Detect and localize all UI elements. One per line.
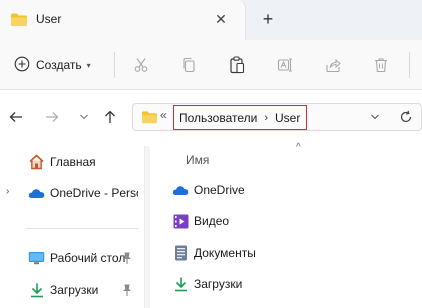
delete-icon[interactable] [369, 53, 393, 77]
documents-icon [172, 245, 189, 261]
list-item[interactable]: Загрузки [172, 272, 412, 296]
sidebar-item-downloads[interactable]: Загрузки [0, 278, 144, 302]
share-icon[interactable] [321, 53, 345, 77]
tab-title: User [36, 12, 62, 26]
cut-icon[interactable] [129, 53, 153, 77]
toolbar-divider [409, 52, 410, 78]
address-dropdown-icon[interactable] [368, 110, 382, 124]
create-label: Создать [36, 58, 82, 72]
breadcrumb-users[interactable]: Пользователи [179, 111, 257, 125]
pin-icon[interactable] [121, 283, 133, 297]
downloads-icon [28, 282, 45, 298]
breadcrumb: Пользователи › User [173, 105, 308, 130]
list-item[interactable]: Документы [172, 241, 412, 265]
paste-icon[interactable] [225, 53, 249, 77]
chevron-down-icon: ▾ [86, 60, 91, 70]
refresh-button[interactable] [396, 108, 416, 126]
breadcrumb-user[interactable]: User [275, 111, 300, 125]
history-chevron-icon[interactable]: « [160, 108, 167, 122]
folder-icon [10, 12, 28, 27]
onedrive-icon [28, 185, 45, 201]
sidebar-item-label: Главная [50, 155, 96, 169]
copy-icon[interactable] [177, 53, 201, 77]
plus-circle-icon [14, 56, 30, 75]
address-bar[interactable]: « Пользователи › User [132, 103, 422, 131]
list-item[interactable]: Видео [172, 209, 412, 233]
new-tab-button[interactable]: + [257, 8, 279, 30]
command-bar: Создать ▾ [0, 40, 422, 90]
column-header-name[interactable]: Имя [186, 153, 209, 167]
sidebar-divider [26, 228, 138, 229]
sidebar-scrollbar[interactable] [144, 146, 150, 308]
rename-icon[interactable] [273, 53, 297, 77]
folder-icon [141, 110, 158, 124]
tab-bar: User ✕ + [0, 0, 422, 40]
create-button[interactable]: Создать ▾ [8, 52, 97, 78]
list-item[interactable]: OneDrive [172, 178, 412, 202]
item-name: Загрузки [194, 277, 243, 291]
toolbar-divider [114, 52, 115, 78]
desktop-icon [28, 250, 45, 266]
sidebar-item-desktop[interactable]: Рабочий стол [0, 246, 144, 270]
item-name: OneDrive [194, 183, 245, 197]
home-icon [28, 154, 45, 170]
onedrive-icon [172, 182, 189, 198]
sidebar-item-onedrive[interactable]: › OneDrive - Personal [0, 181, 144, 205]
recent-locations-button[interactable] [74, 107, 94, 127]
pin-icon[interactable] [121, 251, 133, 265]
videos-icon [172, 213, 189, 229]
breadcrumb-separator-icon[interactable]: › [264, 112, 268, 124]
tab-user[interactable]: User ✕ [0, 0, 246, 40]
item-name: Видео [194, 214, 230, 228]
sidebar-item-home[interactable]: Главная [0, 150, 144, 174]
downloads-icon [172, 276, 189, 292]
sidebar-item-label: OneDrive - Personal [50, 186, 138, 200]
up-button[interactable] [100, 107, 120, 127]
forward-button[interactable] [42, 107, 62, 127]
back-button[interactable] [6, 107, 26, 127]
item-name: Документы [194, 246, 256, 260]
sort-ascending-icon[interactable]: ^ [296, 142, 301, 153]
chevron-right-icon[interactable]: › [6, 186, 9, 197]
close-tab-button[interactable]: ✕ [211, 9, 231, 29]
